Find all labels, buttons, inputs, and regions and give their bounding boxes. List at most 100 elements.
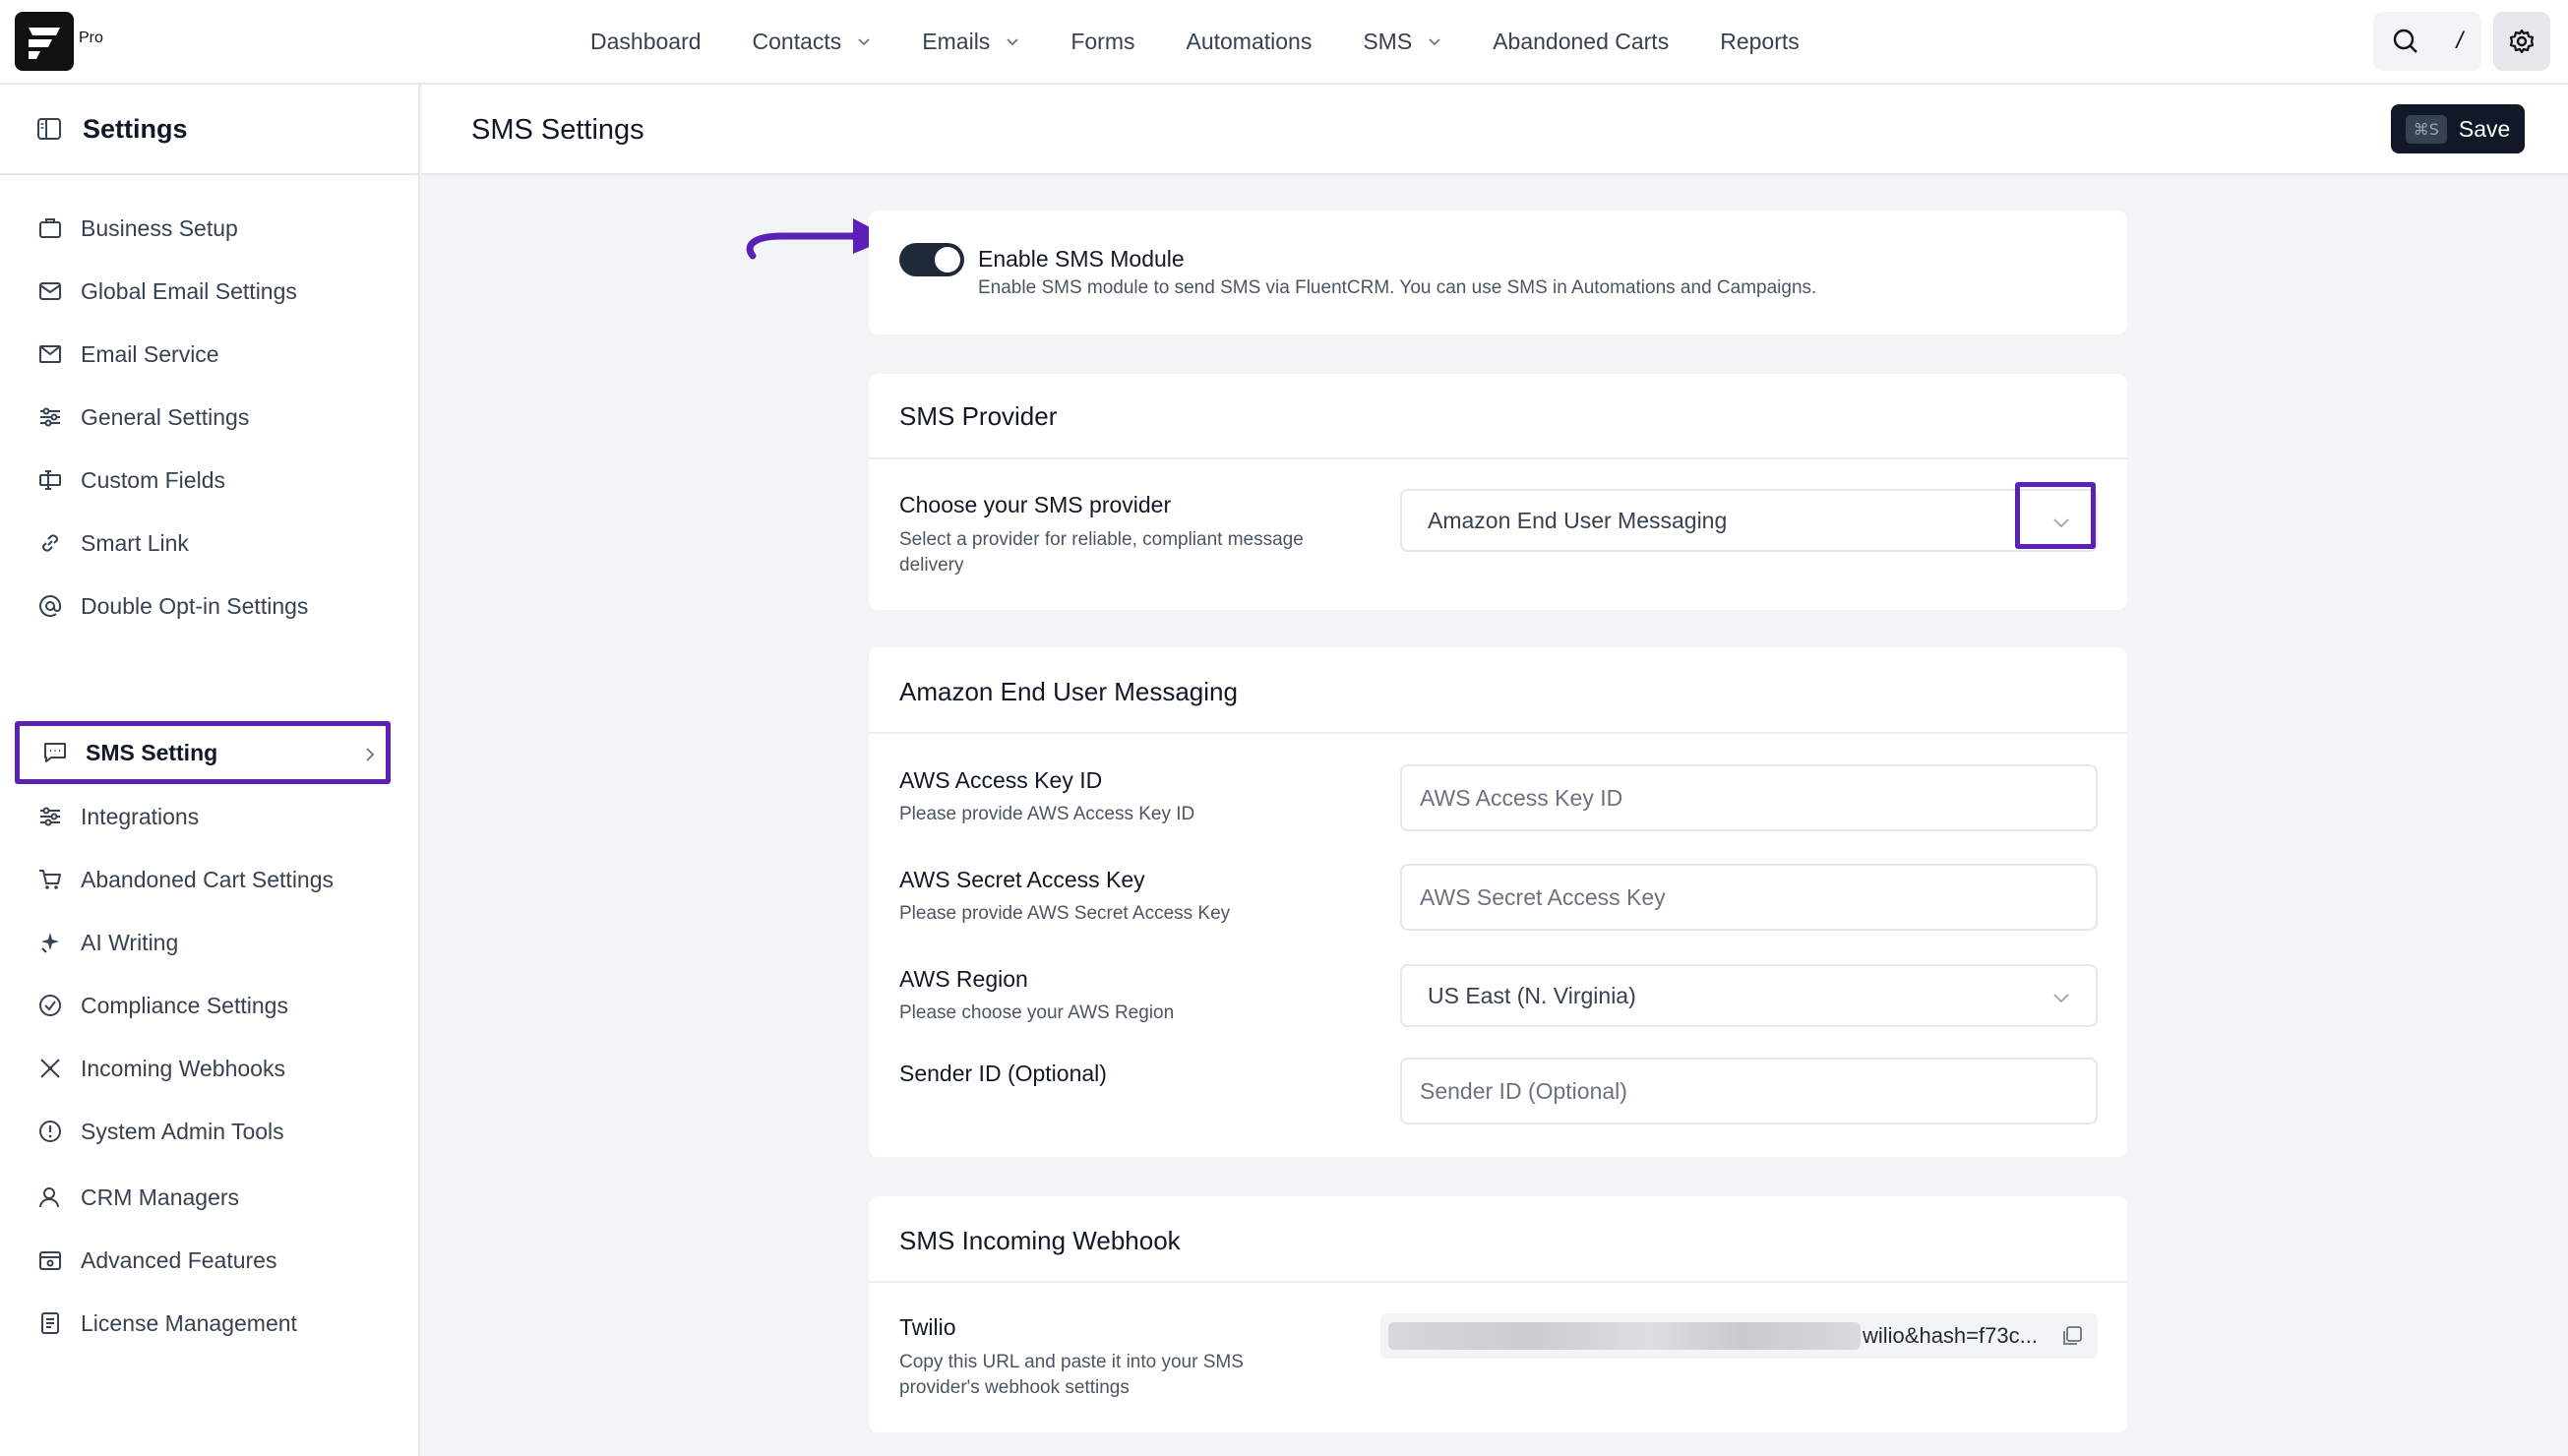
search-button[interactable]: / <box>2373 12 2481 71</box>
advanced-icon <box>39 1251 61 1270</box>
sidebar-item-business-setup[interactable]: Business Setup <box>22 204 386 253</box>
webhook-url-field[interactable]: wilio&hash=f73c... <box>1380 1313 2098 1359</box>
sidebar-item-label: SMS Setting <box>86 739 218 765</box>
sliders-icon <box>40 807 60 826</box>
license-icon <box>41 1312 59 1334</box>
enable-sms-title: Enable SMS Module <box>978 246 1185 272</box>
logo-mark-icon <box>29 28 60 59</box>
nav-automations[interactable]: Automations <box>1186 29 1312 55</box>
webhook-url-text: wilio&hash=f73c... <box>1863 1323 2038 1348</box>
message-icon <box>44 743 66 762</box>
nav-emails[interactable]: Emails <box>922 29 1019 55</box>
sidebar-item-smart-link[interactable]: Smart Link <box>22 518 386 568</box>
pro-badge: Pro <box>79 30 103 46</box>
access-key-input[interactable]: AWS Access Key ID <box>1400 764 2098 831</box>
sidebar-item-label: Integrations <box>81 803 200 829</box>
user-icon <box>39 1187 59 1208</box>
highlight-annotation <box>2015 482 2096 549</box>
link-icon <box>41 534 59 552</box>
sidebar-item-label: License Management <box>81 1309 297 1336</box>
sidebar-item-incoming-webhooks[interactable]: Incoming Webhooks <box>22 1044 386 1093</box>
nav-abandoned-carts[interactable]: Abandoned Carts <box>1493 29 1669 55</box>
sender-id-input[interactable]: Sender ID (Optional) <box>1400 1058 2098 1124</box>
settings-sidebar: Settings Business Setup Global Email Set… <box>0 85 420 1456</box>
sidebar-item-label: Email Service <box>81 340 219 367</box>
save-shortcut: ⌘S <box>2405 114 2447 144</box>
nav-dashboard[interactable]: Dashboard <box>590 29 702 55</box>
sidebar-item-integrations[interactable]: Integrations <box>22 792 386 841</box>
region-select[interactable]: US East (N. Virginia) <box>1400 964 2098 1027</box>
gear-icon <box>2509 29 2535 54</box>
sms-webhook-card: SMS Incoming Webhook Twilio Copy this UR… <box>869 1196 2127 1432</box>
nav-label: Automations <box>1186 28 1313 54</box>
copy-icon[interactable] <box>2060 1324 2084 1348</box>
sidebar-item-double-opt-in[interactable]: Double Opt-in Settings <box>22 581 386 631</box>
alert-circle-icon <box>39 1121 61 1142</box>
sidebar-item-label: Smart Link <box>81 529 189 556</box>
settings-button[interactable] <box>2493 12 2550 71</box>
sidebar-item-advanced-features[interactable]: Advanced Features <box>22 1236 386 1285</box>
fluentcrm-logo[interactable] <box>15 12 74 71</box>
sidebar-item-label: Compliance Settings <box>81 992 288 1018</box>
cart-icon <box>39 870 61 889</box>
sidebar-item-crm-managers[interactable]: CRM Managers <box>22 1173 386 1222</box>
sidebar-item-compliance-settings[interactable]: Compliance Settings <box>22 981 386 1030</box>
sidebar-item-global-email-settings[interactable]: Global Email Settings <box>22 267 386 316</box>
nav-label: Emails <box>922 28 991 54</box>
sidebar-item-label: System Admin Tools <box>81 1118 284 1144</box>
enable-sms-toggle[interactable] <box>899 243 964 276</box>
nav-contacts[interactable]: Contacts <box>753 29 872 55</box>
secret-key-label: AWS Secret Access Key <box>899 867 1145 892</box>
nav-forms[interactable]: Forms <box>1070 29 1134 55</box>
access-key-help: Please provide AWS Access Key ID <box>899 804 1195 824</box>
nav-reports[interactable]: Reports <box>1720 29 1800 55</box>
sliders-icon <box>40 407 60 427</box>
sidebar-item-abandoned-cart-settings[interactable]: Abandoned Cart Settings <box>22 855 386 904</box>
save-button[interactable]: ⌘S Save <box>2391 104 2525 153</box>
blurred-url <box>1388 1322 1861 1350</box>
sidebar-item-sms-setting[interactable]: SMS Setting <box>15 721 391 784</box>
search-icon <box>2393 29 2417 53</box>
enable-sms-card: Enable SMS Module Enable SMS module to s… <box>869 211 2127 334</box>
sms-provider-heading: SMS Provider <box>899 401 1058 431</box>
sidebar-item-ai-writing[interactable]: AI Writing <box>22 918 386 967</box>
sidebar-item-license-management[interactable]: License Management <box>22 1299 386 1348</box>
nav-sms[interactable]: SMS <box>1363 29 1441 55</box>
sidebar-item-email-service[interactable]: Email Service <box>22 330 386 379</box>
secret-key-help: Please provide AWS Secret Access Key <box>899 903 1231 924</box>
at-sign-icon <box>39 595 61 617</box>
nav-label: Forms <box>1070 28 1135 54</box>
sidebar-item-label: Double Opt-in Settings <box>81 592 309 619</box>
secret-key-input[interactable]: AWS Secret Access Key <box>1400 864 2098 931</box>
divider <box>869 1281 2127 1283</box>
provider-select[interactable]: Amazon End User Messaging <box>1400 489 2098 552</box>
main-nav: Dashboard Contacts Emails Forms Automati… <box>590 0 1800 83</box>
sidebar-header: Settings <box>0 85 418 175</box>
webhook-icon <box>40 1059 60 1078</box>
region-help: Please choose your AWS Region <box>899 1002 1175 1023</box>
sidebar-item-label: Business Setup <box>81 214 238 241</box>
chevron-down-icon <box>2053 994 2069 1003</box>
sidebar-item-custom-fields[interactable]: Custom Fields <box>22 455 386 505</box>
sidebar-toggle-icon[interactable] <box>35 115 63 143</box>
webhook-heading: SMS Incoming Webhook <box>899 1226 1181 1255</box>
provider-label: Choose your SMS provider <box>899 492 1172 517</box>
top-navbar: Pro Dashboard Contacts Emails Forms Auto… <box>0 0 2568 85</box>
nav-label: SMS <box>1363 28 1413 54</box>
amazon-credentials-card: Amazon End User Messaging AWS Access Key… <box>869 647 2127 1157</box>
sparkle-icon <box>41 933 59 953</box>
sidebar-item-label: Abandoned Cart Settings <box>81 866 335 892</box>
sidebar-item-label: Advanced Features <box>81 1246 277 1273</box>
custom-fields-icon <box>39 470 61 490</box>
access-key-label: AWS Access Key ID <box>899 767 1103 793</box>
sidebar-item-general-settings[interactable]: General Settings <box>22 393 386 442</box>
page-header: SMS Settings ⌘S Save <box>422 85 2568 175</box>
amazon-heading: Amazon End User Messaging <box>899 677 1238 706</box>
chevron-right-icon <box>366 748 375 761</box>
sidebar-item-label: General Settings <box>81 403 250 430</box>
sidebar-item-system-admin-tools[interactable]: System Admin Tools <box>22 1107 386 1156</box>
region-label: AWS Region <box>899 966 1028 992</box>
chevron-down-icon <box>858 38 870 46</box>
sender-id-label: Sender ID (Optional) <box>899 1061 1107 1086</box>
search-shortcut: / <box>2456 28 2464 54</box>
